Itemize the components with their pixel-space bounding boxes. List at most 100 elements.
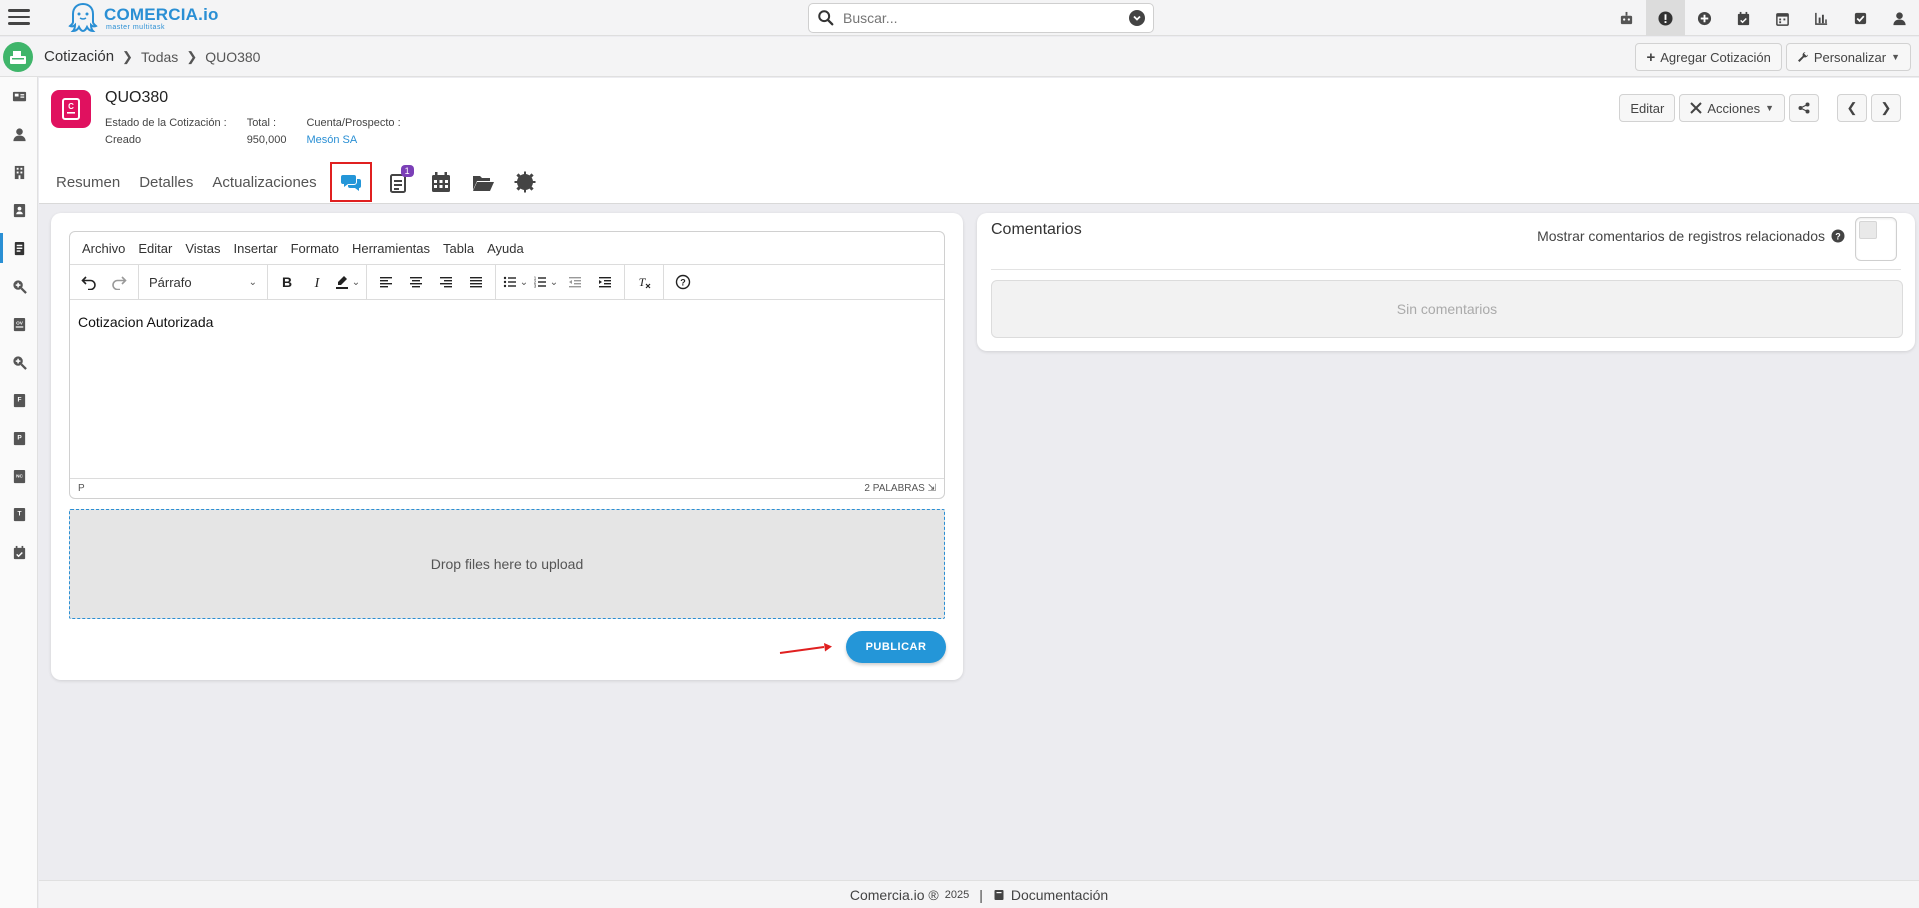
share-icon	[1798, 102, 1810, 114]
chevron-right-icon: ❯	[122, 48, 133, 64]
sidebar-item-companies[interactable]	[0, 153, 38, 191]
check-square-icon[interactable]	[1841, 0, 1880, 36]
search-box[interactable]	[808, 3, 1154, 33]
file-dropzone[interactable]: Drop files here to upload	[69, 509, 945, 619]
align-left-button[interactable]	[371, 268, 401, 296]
outdent-button[interactable]	[560, 268, 590, 296]
question-circle-icon[interactable]: ?	[1831, 229, 1845, 243]
svg-text:?: ?	[1835, 232, 1841, 242]
caret-down-icon: ▼	[1765, 103, 1774, 113]
sidebar-item-search-2[interactable]	[0, 343, 38, 381]
clear-formatting-button[interactable]: T	[629, 268, 659, 296]
sidebar-item-tasks[interactable]	[0, 533, 38, 571]
breadcrumb: Cotización ❯ Todas ❯ QUO380	[44, 48, 260, 65]
address-book-icon	[13, 203, 25, 217]
italic-button[interactable]: I	[302, 268, 332, 296]
tab-updates[interactable]: Actualizaciones	[212, 174, 316, 191]
chart-icon[interactable]	[1802, 0, 1841, 36]
menu-tools[interactable]: Herramientas	[352, 241, 430, 256]
tab-summary[interactable]: Resumen	[56, 174, 120, 191]
tab-calendar[interactable]	[420, 162, 462, 202]
bullet-list-icon	[503, 276, 516, 288]
element-path[interactable]: P	[78, 483, 85, 494]
menu-format[interactable]: Formato	[291, 241, 339, 256]
alert-icon[interactable]	[1646, 0, 1685, 36]
tab-files[interactable]	[462, 162, 504, 202]
sidebar-item-address-book[interactable]	[0, 191, 38, 229]
bold-button[interactable]: B	[272, 268, 302, 296]
footer-docs-link[interactable]: Documentación	[1011, 887, 1108, 903]
numbered-list-button[interactable]: 1 2 3 ⌄	[530, 268, 560, 296]
sidebar-item-contacts[interactable]	[0, 115, 38, 153]
robot-icon[interactable]	[1607, 0, 1646, 36]
menu-view[interactable]: Vistas	[185, 241, 220, 256]
quote-record-icon: C	[51, 90, 91, 128]
sidebar-item-transfers[interactable]: T	[0, 495, 38, 533]
align-right-button[interactable]	[431, 268, 461, 296]
tab-details[interactable]: Detalles	[139, 174, 193, 191]
menu-edit[interactable]: Editar	[138, 241, 172, 256]
sidebar-item-orders[interactable]: OV	[0, 305, 38, 343]
publish-button[interactable]: PUBLICAR	[846, 631, 946, 663]
menu-insert[interactable]: Insertar	[234, 241, 278, 256]
align-justify-button[interactable]	[461, 268, 491, 296]
add-quote-button[interactable]: + Agregar Cotización	[1635, 43, 1782, 71]
footer: Comercia.io ® 2025 | Documentación	[39, 880, 1919, 908]
redo-button[interactable]	[104, 268, 134, 296]
edit-button[interactable]: Editar	[1619, 94, 1676, 122]
tab-settings[interactable]	[504, 162, 546, 202]
resize-handle-icon[interactable]: ⇲	[928, 483, 936, 494]
search-icon	[818, 10, 834, 26]
previous-record-button[interactable]: ❮	[1837, 94, 1867, 122]
tab-comments[interactable]	[329, 162, 372, 202]
help-icon: ?	[675, 274, 691, 290]
calendar-icon[interactable]	[1763, 0, 1802, 36]
footer-year: 2025	[944, 888, 970, 901]
breadcrumb-module[interactable]: Cotización	[44, 48, 114, 65]
logo[interactable]: COMERCIA.io master multitask	[68, 0, 219, 36]
comment-editor-card: Archivo Editar Vistas Insertar Formato H…	[51, 213, 963, 680]
indent-button[interactable]	[590, 268, 620, 296]
menu-file[interactable]: Archivo	[82, 241, 125, 256]
chevron-down-icon[interactable]	[1129, 10, 1145, 26]
highlight-button[interactable]: ⌄	[332, 268, 362, 296]
plus-circle-icon[interactable]	[1685, 0, 1724, 36]
align-center-button[interactable]	[401, 268, 431, 296]
tab-activities[interactable]: 1	[378, 162, 420, 202]
sidebar-item-purchases[interactable]: P	[0, 419, 38, 457]
account-link[interactable]: Mesón SA	[306, 134, 400, 146]
svg-text:NC: NC	[16, 473, 23, 478]
breadcrumb-bar: Cotización ❯ Todas ❯ QUO380 + Agregar Co…	[0, 37, 1919, 77]
record-fields: Estado de la Cotización : Creado Total :…	[105, 117, 401, 146]
sidebar-item-credit-notes[interactable]: NC	[0, 457, 38, 495]
sidebar-item-quotes[interactable]	[0, 229, 38, 267]
top-icons	[1607, 0, 1919, 36]
comments-card: Comentarios Mostrar comentarios de regis…	[977, 213, 1915, 351]
top-bar: COMERCIA.io master multitask	[0, 0, 1919, 36]
editor-content[interactable]: Cotizacion Autorizada	[70, 300, 944, 480]
share-button[interactable]	[1789, 94, 1819, 122]
user-icon[interactable]	[1880, 0, 1919, 36]
sidebar-item-invoices[interactable]: F	[0, 381, 38, 419]
calendar-check-icon[interactable]	[1724, 0, 1763, 36]
outdent-icon	[569, 277, 581, 288]
breadcrumb-list[interactable]: Todas	[141, 49, 178, 65]
sidebar-item-search-1[interactable]	[0, 267, 38, 305]
logo-tagline: master multitask	[106, 23, 165, 31]
svg-text:OV: OV	[16, 320, 24, 325]
help-button[interactable]: ?	[668, 268, 698, 296]
menu-icon[interactable]	[8, 6, 30, 28]
status-value: Creado	[105, 134, 142, 146]
quote-module-icon[interactable]	[3, 42, 33, 72]
customize-button[interactable]: Personalizar ▼	[1785, 43, 1911, 71]
search-input[interactable]	[843, 10, 1129, 26]
bullet-list-button[interactable]: ⌄	[500, 268, 530, 296]
related-comments-toggle[interactable]	[1855, 217, 1897, 261]
next-record-button[interactable]: ❯	[1871, 94, 1901, 122]
actions-button[interactable]: Acciones ▼	[1679, 94, 1785, 122]
undo-button[interactable]	[74, 268, 104, 296]
sidebar-item-cards[interactable]	[0, 77, 38, 115]
block-format-select[interactable]: Párrafo ⌄	[143, 268, 263, 296]
menu-table[interactable]: Tabla	[443, 241, 474, 256]
menu-help[interactable]: Ayuda	[487, 241, 524, 256]
